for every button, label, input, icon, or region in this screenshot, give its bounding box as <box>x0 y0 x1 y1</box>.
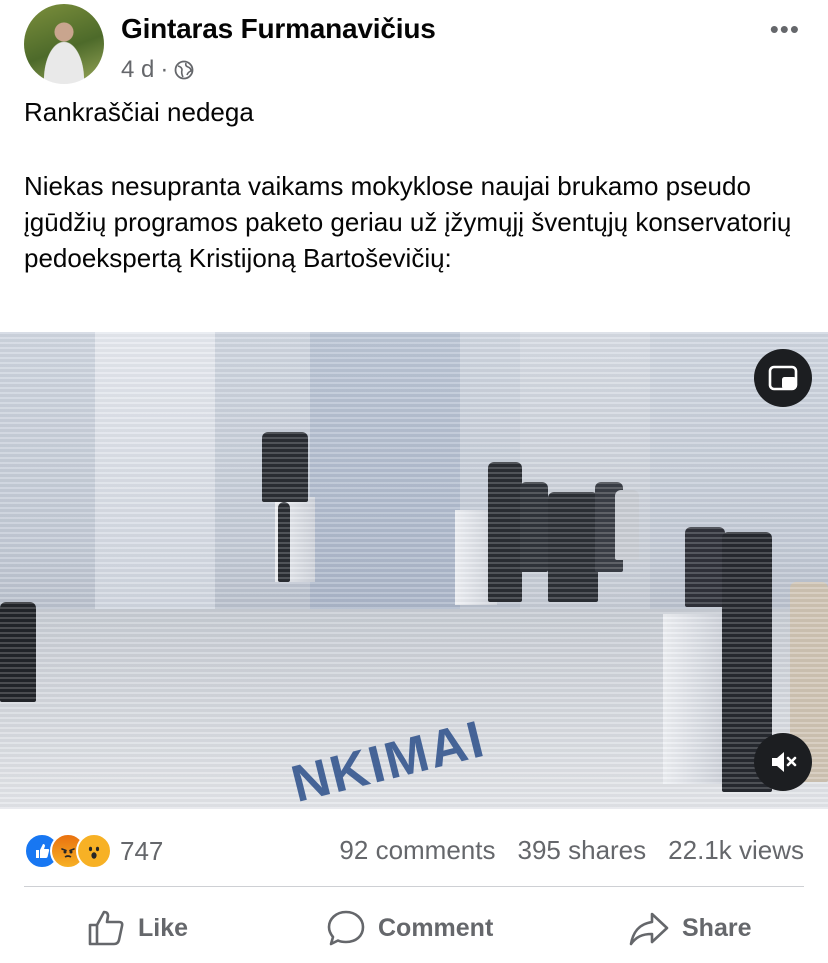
wow-reaction-icon <box>76 833 112 869</box>
reactions-summary[interactable]: 747 <box>24 833 163 869</box>
post-stats: 747 92 comments 395 shares 22.1k views <box>24 830 804 870</box>
more-options-icon[interactable]: ••• <box>770 14 800 45</box>
comment-label: Comment <box>378 913 494 942</box>
comments-count[interactable]: 92 comments <box>339 835 495 866</box>
views-count: 22.1k views <box>668 835 804 865</box>
share-label: Share <box>682 913 752 942</box>
reaction-count: 747 <box>120 835 164 866</box>
like-label: Like <box>138 913 189 942</box>
picture-in-picture-icon[interactable] <box>754 349 812 407</box>
author-avatar[interactable] <box>24 4 104 84</box>
post-time[interactable]: 4 d <box>121 56 154 84</box>
post-title: Rankraščiai nedega <box>24 97 254 127</box>
author-name[interactable]: Gintaras Furmanavičius <box>121 13 436 45</box>
divider <box>24 886 804 887</box>
comment-bubble-icon <box>327 910 365 946</box>
post-body: Niekas nesupranta vaikams mokyklose nauj… <box>24 171 792 273</box>
share-arrow-icon <box>629 912 669 946</box>
globe-icon <box>174 60 194 80</box>
comment-button[interactable]: Comment <box>326 908 493 948</box>
video-player[interactable]: NKIMAI <box>0 332 828 809</box>
meta-separator: · <box>160 56 169 83</box>
shares-count[interactable]: 395 shares <box>518 835 647 866</box>
thumbs-up-icon <box>88 910 124 946</box>
muted-speaker-icon[interactable] <box>754 733 812 791</box>
like-button[interactable]: Like <box>86 908 188 948</box>
post-meta: 4 d · <box>121 56 194 84</box>
post-actions: Like Comment Share <box>0 900 828 956</box>
share-button[interactable]: Share <box>628 908 751 948</box>
